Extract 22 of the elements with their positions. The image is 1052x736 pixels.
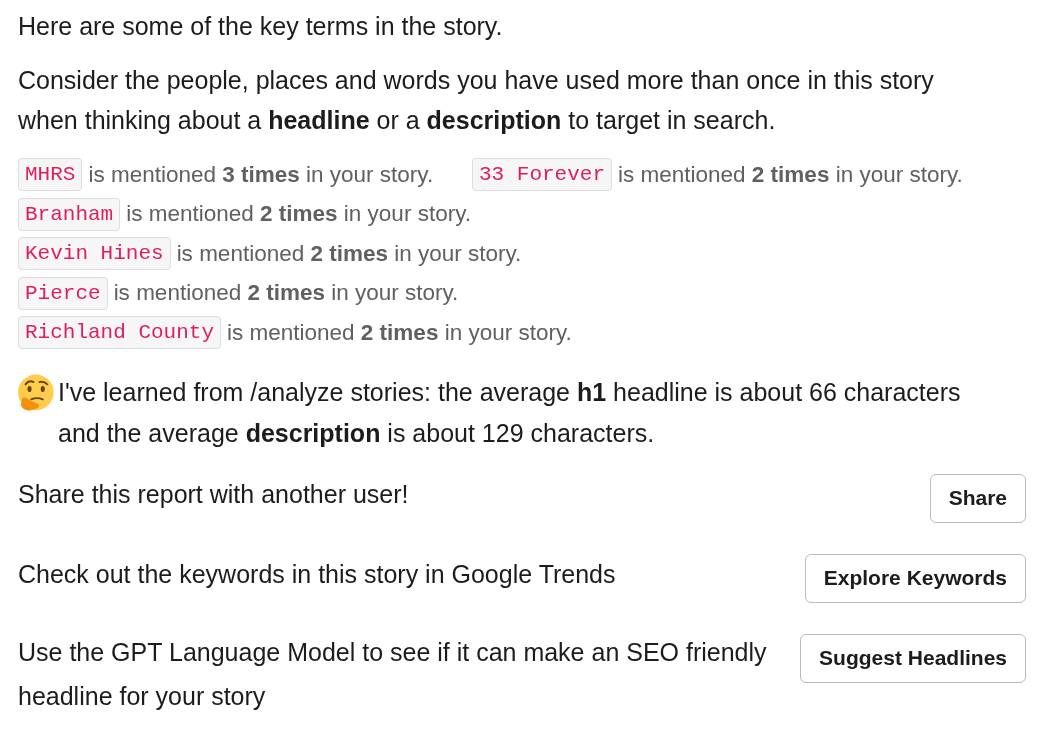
keyword-code: 33 Forever — [472, 158, 613, 192]
keyword-code: MHRS — [18, 158, 83, 192]
advice-text: Consider the people, places and words you have used more than once in this story when thinking about a headline or a description to target in search. — [18, 65, 935, 136]
keyword-code: Branham — [18, 197, 121, 231]
action-button[interactable]: Explore Keywords — [804, 553, 1026, 603]
mention-count-text: is mentioned 3 times in your story. — [88, 161, 434, 188]
keyword-code: Pierce — [18, 276, 108, 310]
mention-count-text: is mentioned 2 times in your story. — [113, 280, 459, 307]
action-description: Use the GPT Language Model to see if it can make an SEO friendly headline for your story — [18, 636, 768, 712]
intro-text: Here are some of the key terms in the story. — [18, 11, 504, 42]
mention-count-text: is mentioned 2 times in your story. — [227, 319, 572, 346]
mention-count-text: is mentioned 2 times in your story. — [618, 161, 963, 188]
action-description: Check out the keywords in this story in Google Trends — [18, 558, 616, 590]
mention-count-text: is mentioned 2 times in your story. — [176, 240, 522, 267]
keyword-code: Richland County — [18, 316, 222, 350]
keyword-code: Kevin Hines — [18, 237, 171, 271]
mention-count-text: is mentioned 2 times in your story. — [126, 201, 471, 228]
action-button[interactable]: Suggest Headlines — [800, 633, 1026, 683]
thinking-emoji-icon — [18, 373, 56, 412]
action-description: Share this report with another user! — [18, 478, 409, 510]
action-button[interactable]: Share — [929, 473, 1026, 523]
insight-text: I've learned from /analyze stories: the average h1 headline is about 66 characters and the average description is about 129 characters. — [58, 376, 962, 449]
